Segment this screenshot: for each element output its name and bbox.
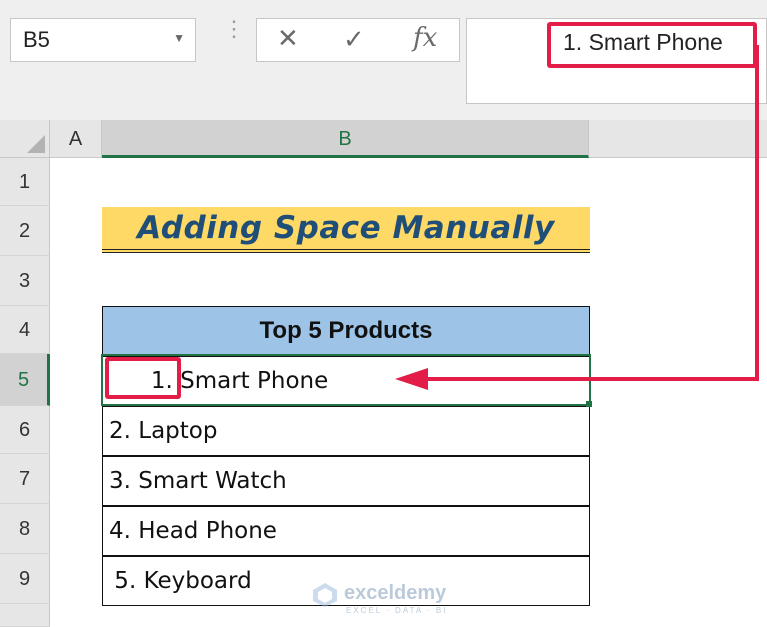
exceldemy-logo-icon <box>313 583 337 607</box>
watermark-tagline: EXCEL · DATA · BI <box>346 606 448 615</box>
annotation-arrow <box>395 45 759 390</box>
watermark-name: exceldemy <box>344 582 447 604</box>
